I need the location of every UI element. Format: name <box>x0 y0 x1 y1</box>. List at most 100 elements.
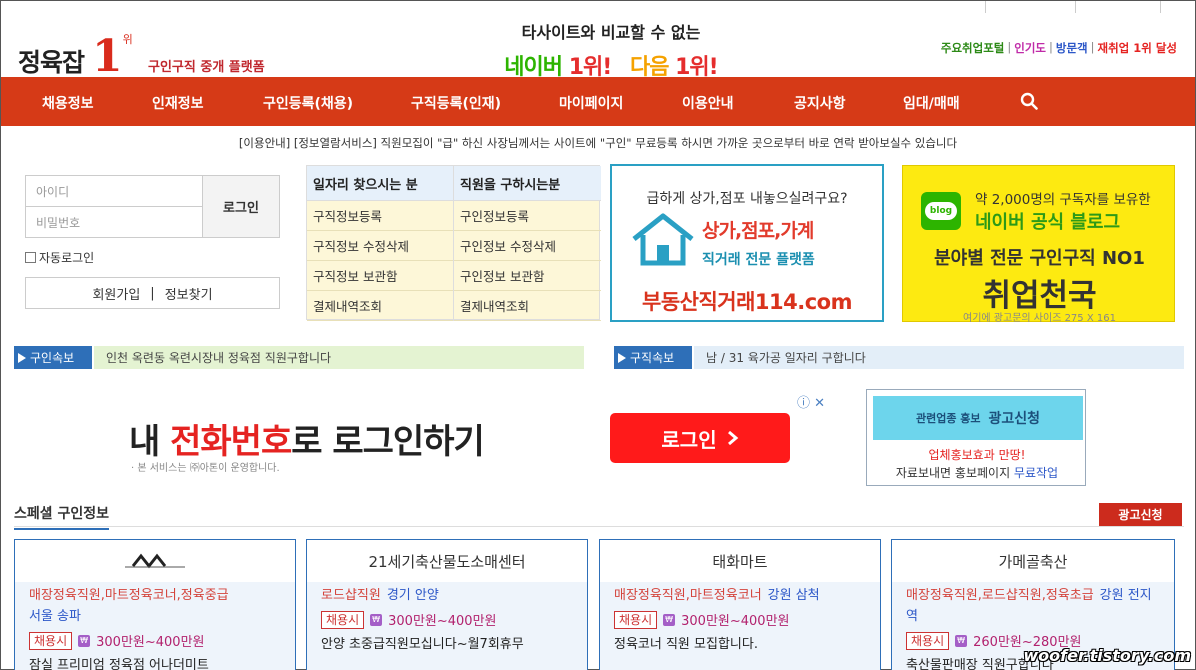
job-card-tags: 매장정육직원,로드샵직원,정육초급 강원 전지역 <box>906 585 1162 627</box>
employer-edit-link[interactable]: 구인정보 수정삭제 <box>454 231 601 261</box>
blog-badge: blog <box>925 202 957 220</box>
hiring-ticker-text[interactable]: 인천 옥련동 옥련시장내 정육점 직원구합니다 <box>94 346 584 369</box>
blog-ad-banner[interactable]: blog 약 2,000명의 구독자를 보유한 네이버 공식 블로그 분야별 전… <box>902 165 1175 324</box>
job-card[interactable]: 21세기축산물도소매센터 로드샵직원 경기 안양 채용시 ₩300만원~400만원 … <box>306 539 588 670</box>
nav-item-post-resume[interactable]: 구직등록(인재) <box>411 93 501 113</box>
job-card[interactable]: 매장정육직원,마트정육코너,정육중급 서울 송파 채용시 ₩300만원~400만원 … <box>14 539 296 670</box>
ad-login-label: 로그인 <box>661 427 717 452</box>
ad1-question: 급하게 상가,점포 내놓으실려구요? <box>646 191 848 207</box>
promo-line2-highlight: 무료작업 <box>1013 466 1059 480</box>
job-card-jobtype: 매장정육직원,마트정육코너 <box>614 588 762 603</box>
portal-link[interactable]: 주요취업포털 <box>941 40 1004 56</box>
divider: | <box>150 285 155 301</box>
checkbox-icon[interactable] <box>25 252 36 263</box>
nav-item-jobs[interactable]: 채용정보 <box>42 93 94 113</box>
seeker-register-link[interactable]: 구직정보등록 <box>307 201 453 231</box>
ad1-site: 부동산직거래114.com <box>642 290 853 314</box>
top-strip-segment <box>906 1 986 13</box>
seeking-ticker-title: 구직속보 <box>630 351 675 365</box>
ad2-line1: 약 2,000명의 구독자를 보유한 <box>975 192 1151 208</box>
ad2-size-note: 여기에 광고문의 사이즈 275 X 161 <box>963 313 1116 324</box>
chevron-right-icon <box>727 430 738 446</box>
ad2-line3: 분야별 전문 구인구직 NO1 <box>934 248 1145 269</box>
job-card[interactable]: 태화마트 매장정육직원,마트정육코너 강원 삼척 채용시 ₩300만원~400만원 … <box>599 539 881 670</box>
portal-link[interactable]: 인기도 <box>1014 40 1046 56</box>
promo-ad-big: 광고신청 <box>988 411 1041 427</box>
employer-menu-title: 직원을 구하시는분 <box>454 166 601 201</box>
nav-item-guide[interactable]: 이용안내 <box>682 93 734 113</box>
portal-links: 주요취업포털 | 인기도 | 방문객 | 재취업 1위 달성 <box>941 40 1177 56</box>
seeker-edit-link[interactable]: 구직정보 수정삭제 <box>307 231 453 261</box>
portal-link[interactable]: 방문객 <box>1056 40 1088 56</box>
job-card-pay: 채용시 ₩300만원~400만원 <box>614 610 868 629</box>
won-icon: ₩ <box>78 634 91 647</box>
job-card-tags: 로드샵직원 경기 안양 <box>321 585 575 606</box>
ad-close-icon[interactable]: ⓘ ✕ <box>797 392 825 411</box>
top-strip-segment <box>986 1 1076 13</box>
main-nav: 채용정보 인재정보 구인등록(채용) 구직등록(인재) 마이페이지 이용안내 공… <box>1 77 1195 126</box>
hiring-ticker-title: 구인속보 <box>30 351 75 365</box>
nav-item-post-job[interactable]: 구인등록(채용) <box>263 93 353 113</box>
ad2-line2: 네이버 공식 블로그 <box>975 212 1121 233</box>
auto-login-checkbox[interactable]: 자동로그인 <box>25 249 94 266</box>
login-box: 아이디 비밀번호 로그인 자동로그인 회원가입 | 정보찾기 <box>25 175 280 309</box>
seeking-ticker-text[interactable]: 남 / 31 육가공 일자리 구합니다 <box>694 346 1184 369</box>
employer-payment-link[interactable]: 결제내역조회 <box>454 291 601 321</box>
login-button[interactable]: 로그인 <box>202 175 280 238</box>
won-icon: ₩ <box>955 634 968 647</box>
password-input[interactable]: 비밀번호 <box>25 206 203 238</box>
nav-item-notice[interactable]: 공지사항 <box>794 93 846 113</box>
job-card-pay: 채용시 ₩300만원~400만원 <box>29 631 283 650</box>
job-card-location: 경기 안양 <box>386 588 439 603</box>
status-badge: 채용시 <box>614 610 658 629</box>
house-icon <box>632 213 694 266</box>
nav-item-mypage[interactable]: 마이페이지 <box>559 93 623 113</box>
job-card-title: 가메골축산 <box>998 552 1068 571</box>
service-notice: [이용안내] [정보열람서비스] 직원모집이 "급" 하신 사장님께서는 사이트… <box>238 136 958 150</box>
job-card-jobtype: 로드샵직원 <box>321 588 381 603</box>
company-logo-icon <box>125 553 185 569</box>
site-logo[interactable]: 정육잡 1 위 <box>18 29 133 79</box>
section-divider <box>14 526 1184 527</box>
auto-login-label: 자동로그인 <box>39 251 95 265</box>
seeker-payment-link[interactable]: 결제내역조회 <box>307 291 453 321</box>
job-card-logo <box>15 540 295 582</box>
real-estate-ad-banner[interactable]: 급하게 상가,점포 내놓으실려구요? 상가,점포,가계 직거래 전문 플랫폼 부… <box>610 164 884 322</box>
id-input[interactable]: 아이디 <box>25 175 203 207</box>
promo-ad-box[interactable]: 관련업종 홍보 광고신청 업체홍보효과 만땅! 자료보내면 홍보페이지 무료작업 <box>866 389 1086 486</box>
employer-register-link[interactable]: 구인정보등록 <box>454 201 601 231</box>
job-card-desc: 잠실 프리미엄 정육점 어나더미트 <box>29 658 209 670</box>
job-card-title: 태화마트 <box>712 552 768 571</box>
job-card-title: 21세기축산물도소매센터 <box>368 552 526 571</box>
phone-login-ad-title: 내 전화번호로 로그인하기 <box>129 414 485 463</box>
ad-apply-button[interactable]: 광고신청 <box>1099 503 1182 526</box>
ad1-headline: 상가,점포,가계 <box>702 220 814 242</box>
ad-login-button[interactable]: 로그인 <box>610 413 790 463</box>
nav-item-talent[interactable]: 인재정보 <box>152 93 204 113</box>
divider: | <box>1007 40 1012 54</box>
ad3-subtext: · 본 서비스는 ㈜아톤이 운영합니다. <box>131 463 280 474</box>
logo-name: 정육잡 <box>18 48 85 77</box>
special-section-title: 스페셜 구인정보 <box>14 503 110 530</box>
job-card-body: 로드샵직원 경기 안양 채용시 ₩300만원~400만원 안양 초중급직원모십니다~… <box>307 582 587 670</box>
won-icon: ₩ <box>663 613 676 626</box>
job-card-tags: 매장정육직원,마트정육코너,정육중급 서울 송파 <box>29 585 283 627</box>
join-link[interactable]: 회원가입 <box>92 284 140 303</box>
job-card-body: 매장정육직원,마트정육코너 강원 삼척 채용시 ₩300만원~400만원 정육코너 … <box>600 582 880 670</box>
seeker-menu: 일자리 찾으시는 분 구직정보등록 구직정보 수정삭제 구직정보 보관함 결제내… <box>307 166 454 321</box>
logo-rank-unit: 위 <box>122 33 133 46</box>
header-headline: 타사이트와 비교할 수 없는 네이버 1위! 다음 1위! <box>451 19 771 81</box>
find-info-link[interactable]: 정보찾기 <box>165 284 213 303</box>
promo-line2-pre: 자료보내면 홍보페이지 <box>895 466 1014 480</box>
nav-item-lease[interactable]: 임대/매매 <box>903 93 960 113</box>
top-strip <box>1 1 1195 15</box>
logo-tagline: 구인구직 중개 플랫폼 <box>148 60 265 75</box>
ad1-subheadline: 직거래 전문 플랫폼 <box>702 252 815 268</box>
employer-saved-link[interactable]: 구인정보 보관함 <box>454 261 601 291</box>
portal-link[interactable]: 재취업 1위 달성 <box>1098 40 1178 56</box>
hiring-ticker-label: 구인속보 <box>14 346 92 369</box>
search-icon[interactable] <box>1020 92 1038 110</box>
job-card-salary: 300만원~400만원 <box>388 614 497 629</box>
job-card-salary: 300만원~400만원 <box>681 614 790 629</box>
seeker-saved-link[interactable]: 구직정보 보관함 <box>307 261 453 291</box>
